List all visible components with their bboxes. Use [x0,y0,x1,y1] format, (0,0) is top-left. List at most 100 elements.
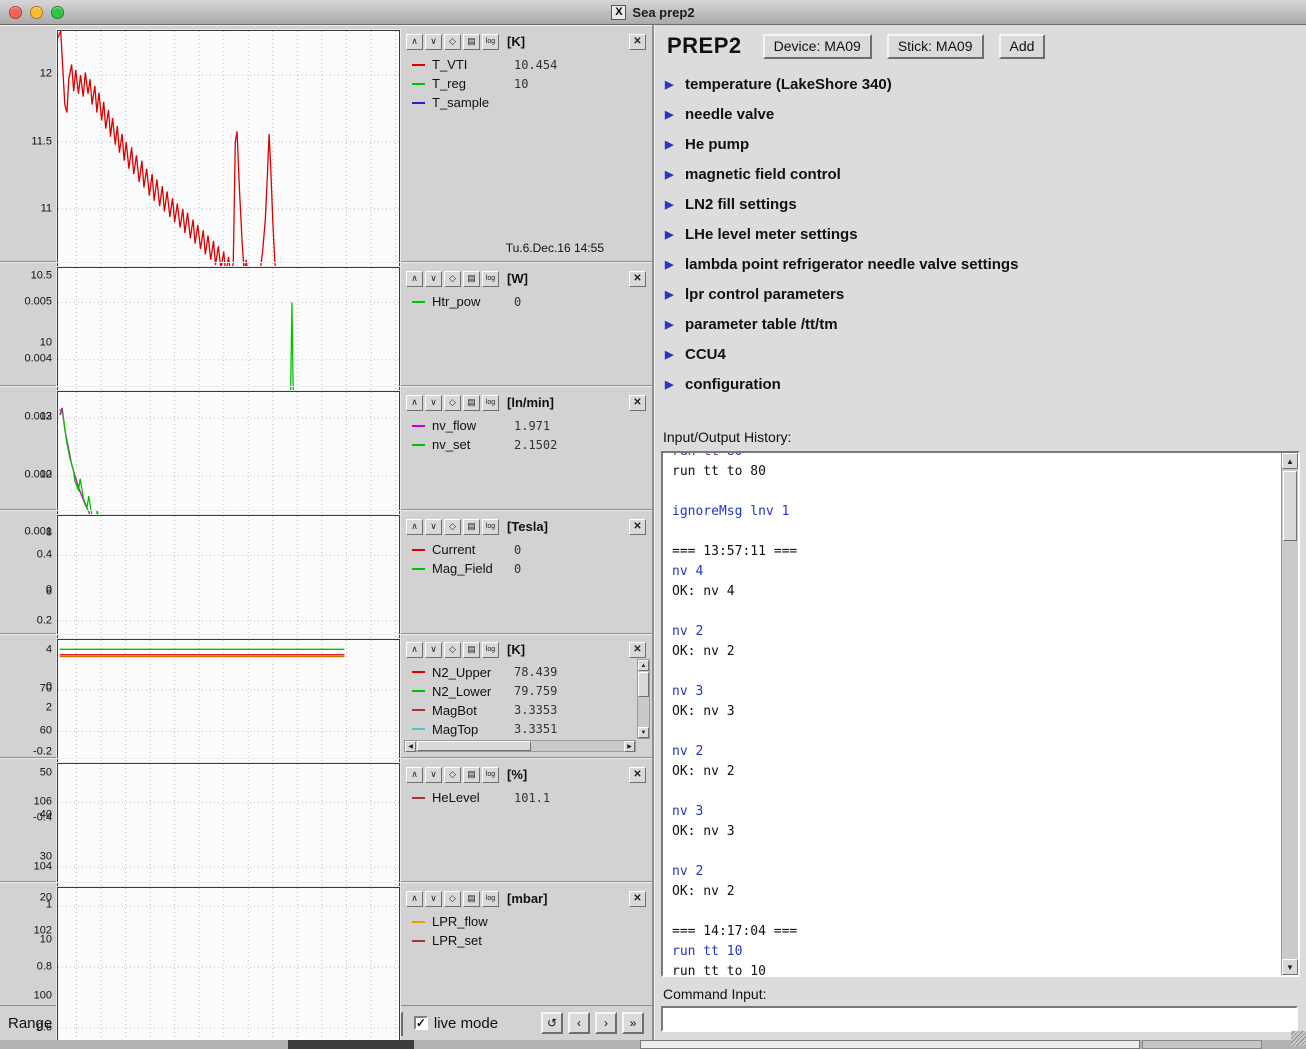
scroll-down-button[interactable]: ∨ [425,642,442,658]
close-plot-button[interactable]: ✕ [629,271,646,287]
expand-triangle-icon[interactable]: ▶ [665,228,676,241]
scrollbar-thumb[interactable] [417,741,531,751]
history-box[interactable]: run tt 80run tt to 80 ignoreMsg lnv 1 ==… [661,451,1300,977]
scroll-down-button[interactable]: ∨ [425,34,442,50]
axes-settings-button[interactable]: ▤ [463,395,480,411]
legend-item[interactable]: N2_Upper78.439 [412,663,646,682]
scroll-down-arrow-icon[interactable]: ▼ [1282,959,1298,975]
expand-triangle-icon[interactable]: ▶ [665,108,676,121]
section-item[interactable]: ▶lambda point refrigerator needle valve … [665,249,1306,279]
scroll-up-button[interactable]: ∧ [406,34,423,50]
close-plot-button[interactable]: ✕ [629,395,646,411]
zoom-button[interactable]: ◇ [444,395,461,411]
close-plot-button[interactable]: ✕ [629,519,646,535]
section-item[interactable]: ▶CCU4 [665,339,1306,369]
expand-triangle-icon[interactable]: ▶ [665,198,676,211]
scroll-down-arrow-icon[interactable]: ▼ [638,727,649,738]
section-item[interactable]: ▶configuration [665,369,1306,399]
zoom-button[interactable]: ◇ [444,891,461,907]
scroll-up-button[interactable]: ∧ [406,395,423,411]
close-plot-button[interactable]: ✕ [629,34,646,50]
scroll-up-button[interactable]: ∧ [406,642,423,658]
axes-settings-button[interactable]: ▤ [463,271,480,287]
minimize-window-button[interactable] [30,6,43,19]
expand-triangle-icon[interactable]: ▶ [665,258,676,271]
scroll-up-arrow-icon[interactable]: ▲ [1282,453,1298,469]
scrollbar-track[interactable] [638,671,649,727]
legend-item[interactable]: MagTop3.3351 [412,720,646,739]
expand-triangle-icon[interactable]: ▶ [665,288,676,301]
axes-settings-button[interactable]: ▤ [463,34,480,50]
legend-item[interactable]: Current0 [412,540,646,559]
axes-settings-button[interactable]: ▤ [463,519,480,535]
zoom-button[interactable]: ◇ [444,519,461,535]
legend-item[interactable]: HeLevel101.1 [412,788,646,807]
section-item[interactable]: ▶needle valve [665,99,1306,129]
titlebar[interactable]: X Sea prep2 [0,0,1306,25]
log-scale-button[interactable]: log [482,891,499,907]
scroll-up-button[interactable]: ∧ [406,519,423,535]
legend-item[interactable]: T_sample [412,93,646,112]
scroll-up-button[interactable]: ∧ [406,891,423,907]
expand-triangle-icon[interactable]: ▶ [665,138,676,151]
section-item[interactable]: ▶temperature (LakeShore 340) [665,69,1306,99]
section-item[interactable]: ▶parameter table /tt/tm [665,309,1306,339]
legend-item[interactable]: LPR_flow [412,912,646,931]
scroll-down-button[interactable]: ∨ [425,891,442,907]
scroll-down-button[interactable]: ∨ [425,767,442,783]
expand-triangle-icon[interactable]: ▶ [665,318,676,331]
step-left-button[interactable]: ‹ [568,1012,590,1034]
expand-triangle-icon[interactable]: ▶ [665,168,676,181]
add-button[interactable]: Add [999,34,1046,59]
legend-item[interactable]: N2_Lower79.759 [412,682,646,701]
expand-triangle-icon[interactable]: ▶ [665,348,676,361]
legend-item[interactable]: MagBot3.3353 [412,701,646,720]
device-button[interactable]: Device: MA09 [763,34,872,59]
legend-item[interactable]: nv_flow1.971 [412,416,646,435]
scroll-right-arrow-icon[interactable]: ▶ [624,741,635,752]
scroll-down-button[interactable]: ∨ [425,519,442,535]
log-scale-button[interactable]: log [482,519,499,535]
scrollbar-thumb[interactable] [1283,471,1297,541]
log-scale-button[interactable]: log [482,271,499,287]
legend-item[interactable]: nv_set2.1502 [412,435,646,454]
section-item[interactable]: ▶lpr control parameters [665,279,1306,309]
close-plot-button[interactable]: ✕ [629,891,646,907]
history-back-button[interactable]: ↺ [541,1012,563,1034]
scroll-up-button[interactable]: ∧ [406,271,423,287]
jump-latest-button[interactable]: » [622,1012,644,1034]
legend-item[interactable]: LPR_set [412,931,646,950]
zoom-button[interactable]: ◇ [444,767,461,783]
zoom-window-button[interactable] [51,6,64,19]
scroll-left-arrow-icon[interactable]: ◀ [405,741,416,752]
section-item[interactable]: ▶magnetic field control [665,159,1306,189]
stick-button[interactable]: Stick: MA09 [887,34,984,59]
step-right-button[interactable]: › [595,1012,617,1034]
scrollbar-track[interactable] [1282,469,1298,959]
zoom-button[interactable]: ◇ [444,271,461,287]
close-plot-button[interactable]: ✕ [629,642,646,658]
log-scale-button[interactable]: log [482,395,499,411]
expand-triangle-icon[interactable]: ▶ [665,78,676,91]
scrollbar-track[interactable] [416,741,624,751]
log-scale-button[interactable]: log [482,767,499,783]
section-item[interactable]: ▶LN2 fill settings [665,189,1306,219]
plot-canvas[interactable] [57,887,400,1049]
zoom-button[interactable]: ◇ [444,34,461,50]
axes-settings-button[interactable]: ▤ [463,891,480,907]
scroll-down-button[interactable]: ∨ [425,271,442,287]
scroll-up-arrow-icon[interactable]: ▲ [638,660,649,671]
section-item[interactable]: ▶LHe level meter settings [665,219,1306,249]
command-input[interactable] [661,1006,1298,1032]
expand-triangle-icon[interactable]: ▶ [665,378,676,391]
live-mode-checkbox[interactable]: ✓ [414,1016,428,1030]
legend-item[interactable]: T_reg10 [412,74,646,93]
legend-vscrollbar[interactable]: ▲▼ [637,659,650,739]
axes-settings-button[interactable]: ▤ [463,767,480,783]
scroll-down-button[interactable]: ∨ [425,395,442,411]
close-window-button[interactable] [9,6,22,19]
section-item[interactable]: ▶He pump [665,129,1306,159]
scrollbar-thumb[interactable] [638,672,649,697]
log-scale-button[interactable]: log [482,642,499,658]
close-plot-button[interactable]: ✕ [629,767,646,783]
